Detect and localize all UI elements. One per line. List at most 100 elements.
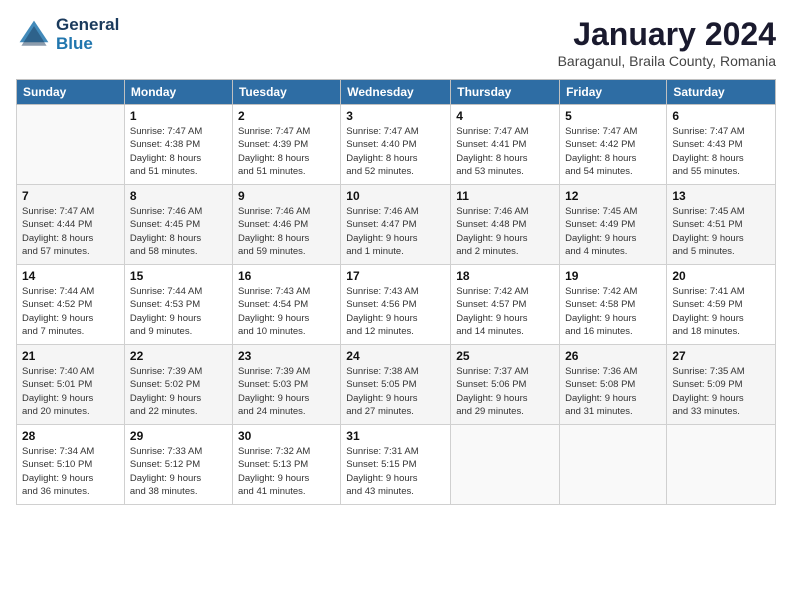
calendar-cell xyxy=(667,425,776,505)
calendar-cell: 29 Sunrise: 7:33 AM Sunset: 5:12 PM Dayli… xyxy=(124,425,232,505)
day-number: 30 xyxy=(238,429,335,443)
day-number: 26 xyxy=(565,349,661,363)
calendar-week-2: 7 Sunrise: 7:47 AM Sunset: 4:44 PM Daylig… xyxy=(17,185,776,265)
page-container: General Blue January 2024 Baraganul, Bra… xyxy=(0,0,792,612)
day-info: Sunrise: 7:46 AM Sunset: 4:47 PM Dayligh… xyxy=(346,205,445,258)
day-info: Sunrise: 7:47 AM Sunset: 4:40 PM Dayligh… xyxy=(346,125,445,178)
page-header: General Blue January 2024 Baraganul, Bra… xyxy=(16,16,776,69)
calendar-cell xyxy=(560,425,667,505)
calendar-cell: 18Sunrise: 7:42 AM Sunset: 4:57 PM Dayli… xyxy=(451,265,560,345)
day-number: 6 xyxy=(672,109,770,123)
calendar-cell xyxy=(17,105,125,185)
day-info: Sunrise: 7:47 AM Sunset: 4:39 PM Dayligh… xyxy=(238,125,335,178)
day-number: 11 xyxy=(456,189,554,203)
day-number: 5 xyxy=(565,109,661,123)
day-number: 24 xyxy=(346,349,445,363)
day-number: 7 xyxy=(22,189,119,203)
day-info: Sunrise: 7:36 AM Sunset: 5:08 PM Dayligh… xyxy=(565,365,661,418)
calendar-cell: 14Sunrise: 7:44 AM Sunset: 4:52 PM Dayli… xyxy=(17,265,125,345)
calendar-cell: 11 Sunrise: 7:46 AM Sunset: 4:48 PM Dayli… xyxy=(451,185,560,265)
calendar-cell: 20Sunrise: 7:41 AM Sunset: 4:59 PM Dayli… xyxy=(667,265,776,345)
day-info: Sunrise: 7:45 AM Sunset: 4:51 PM Dayligh… xyxy=(672,205,770,258)
calendar-cell: 22 Sunrise: 7:39 AM Sunset: 5:02 PM Dayli… xyxy=(124,345,232,425)
day-header-wednesday: Wednesday xyxy=(341,80,451,105)
day-info: Sunrise: 7:39 AM Sunset: 5:02 PM Dayligh… xyxy=(130,365,227,418)
day-number: 20 xyxy=(672,269,770,283)
calendar-week-1: 1Sunrise: 7:47 AM Sunset: 4:38 PM Daylig… xyxy=(17,105,776,185)
calendar-cell: 16 Sunrise: 7:43 AM Sunset: 4:54 PM Dayli… xyxy=(232,265,340,345)
calendar-header: SundayMondayTuesdayWednesdayThursdayFrid… xyxy=(17,80,776,105)
header-row: SundayMondayTuesdayWednesdayThursdayFrid… xyxy=(17,80,776,105)
day-info: Sunrise: 7:47 AM Sunset: 4:42 PM Dayligh… xyxy=(565,125,661,178)
calendar-cell: 5 Sunrise: 7:47 AM Sunset: 4:42 PM Daylig… xyxy=(560,105,667,185)
day-info: Sunrise: 7:47 AM Sunset: 4:44 PM Dayligh… xyxy=(22,205,119,258)
calendar-cell: 1Sunrise: 7:47 AM Sunset: 4:38 PM Daylig… xyxy=(124,105,232,185)
day-number: 22 xyxy=(130,349,227,363)
calendar-cell: 21 Sunrise: 7:40 AM Sunset: 5:01 PM Dayli… xyxy=(17,345,125,425)
calendar-cell: 24Sunrise: 7:38 AM Sunset: 5:05 PM Dayli… xyxy=(341,345,451,425)
day-number: 28 xyxy=(22,429,119,443)
day-info: Sunrise: 7:47 AM Sunset: 4:43 PM Dayligh… xyxy=(672,125,770,178)
day-number: 10 xyxy=(346,189,445,203)
day-info: Sunrise: 7:42 AM Sunset: 4:58 PM Dayligh… xyxy=(565,285,661,338)
day-number: 31 xyxy=(346,429,445,443)
calendar-cell: 8Sunrise: 7:46 AM Sunset: 4:45 PM Daylig… xyxy=(124,185,232,265)
calendar-cell: 23 Sunrise: 7:39 AM Sunset: 5:03 PM Dayli… xyxy=(232,345,340,425)
calendar-cell: 13Sunrise: 7:45 AM Sunset: 4:51 PM Dayli… xyxy=(667,185,776,265)
day-info: Sunrise: 7:45 AM Sunset: 4:49 PM Dayligh… xyxy=(565,205,661,258)
day-info: Sunrise: 7:46 AM Sunset: 4:46 PM Dayligh… xyxy=(238,205,335,258)
calendar-week-4: 21 Sunrise: 7:40 AM Sunset: 5:01 PM Dayli… xyxy=(17,345,776,425)
day-number: 25 xyxy=(456,349,554,363)
calendar-cell: 30 Sunrise: 7:32 AM Sunset: 5:13 PM Dayli… xyxy=(232,425,340,505)
day-info: Sunrise: 7:44 AM Sunset: 4:52 PM Dayligh… xyxy=(22,285,119,338)
day-info: Sunrise: 7:42 AM Sunset: 4:57 PM Dayligh… xyxy=(456,285,554,338)
calendar-cell: 26 Sunrise: 7:36 AM Sunset: 5:08 PM Dayli… xyxy=(560,345,667,425)
day-number: 12 xyxy=(565,189,661,203)
day-number: 16 xyxy=(238,269,335,283)
calendar-cell: 12 Sunrise: 7:45 AM Sunset: 4:49 PM Dayli… xyxy=(560,185,667,265)
day-info: Sunrise: 7:31 AM Sunset: 5:15 PM Dayligh… xyxy=(346,445,445,498)
day-info: Sunrise: 7:32 AM Sunset: 5:13 PM Dayligh… xyxy=(238,445,335,498)
day-number: 21 xyxy=(22,349,119,363)
day-number: 15 xyxy=(130,269,227,283)
logo-icon xyxy=(16,17,52,53)
calendar-cell: 3 Sunrise: 7:47 AM Sunset: 4:40 PM Daylig… xyxy=(341,105,451,185)
day-info: Sunrise: 7:34 AM Sunset: 5:10 PM Dayligh… xyxy=(22,445,119,498)
day-info: Sunrise: 7:47 AM Sunset: 4:41 PM Dayligh… xyxy=(456,125,554,178)
main-title: January 2024 xyxy=(558,16,776,53)
calendar-cell: 4 Sunrise: 7:47 AM Sunset: 4:41 PM Daylig… xyxy=(451,105,560,185)
calendar-cell xyxy=(451,425,560,505)
day-header-tuesday: Tuesday xyxy=(232,80,340,105)
day-number: 19 xyxy=(565,269,661,283)
calendar-cell: 27Sunrise: 7:35 AM Sunset: 5:09 PM Dayli… xyxy=(667,345,776,425)
day-info: Sunrise: 7:43 AM Sunset: 4:54 PM Dayligh… xyxy=(238,285,335,338)
calendar-cell: 28 Sunrise: 7:34 AM Sunset: 5:10 PM Dayli… xyxy=(17,425,125,505)
day-number: 9 xyxy=(238,189,335,203)
calendar-week-5: 28 Sunrise: 7:34 AM Sunset: 5:10 PM Dayli… xyxy=(17,425,776,505)
logo-text-blue: Blue xyxy=(56,34,93,53)
day-header-sunday: Sunday xyxy=(17,80,125,105)
day-number: 23 xyxy=(238,349,335,363)
day-number: 2 xyxy=(238,109,335,123)
calendar-cell: 2 Sunrise: 7:47 AM Sunset: 4:39 PM Daylig… xyxy=(232,105,340,185)
calendar-table: SundayMondayTuesdayWednesdayThursdayFrid… xyxy=(16,79,776,505)
calendar-cell: 6 Sunrise: 7:47 AM Sunset: 4:43 PM Daylig… xyxy=(667,105,776,185)
day-info: Sunrise: 7:40 AM Sunset: 5:01 PM Dayligh… xyxy=(22,365,119,418)
subtitle: Baraganul, Braila County, Romania xyxy=(558,53,776,69)
day-info: Sunrise: 7:43 AM Sunset: 4:56 PM Dayligh… xyxy=(346,285,445,338)
day-info: Sunrise: 7:44 AM Sunset: 4:53 PM Dayligh… xyxy=(130,285,227,338)
day-number: 4 xyxy=(456,109,554,123)
calendar-body: 1Sunrise: 7:47 AM Sunset: 4:38 PM Daylig… xyxy=(17,105,776,505)
calendar-cell: 25Sunrise: 7:37 AM Sunset: 5:06 PM Dayli… xyxy=(451,345,560,425)
day-info: Sunrise: 7:46 AM Sunset: 4:48 PM Dayligh… xyxy=(456,205,554,258)
day-info: Sunrise: 7:46 AM Sunset: 4:45 PM Dayligh… xyxy=(130,205,227,258)
calendar-cell: 15 Sunrise: 7:44 AM Sunset: 4:53 PM Dayli… xyxy=(124,265,232,345)
calendar-week-3: 14Sunrise: 7:44 AM Sunset: 4:52 PM Dayli… xyxy=(17,265,776,345)
day-number: 29 xyxy=(130,429,227,443)
day-number: 3 xyxy=(346,109,445,123)
day-info: Sunrise: 7:33 AM Sunset: 5:12 PM Dayligh… xyxy=(130,445,227,498)
day-header-monday: Monday xyxy=(124,80,232,105)
day-info: Sunrise: 7:39 AM Sunset: 5:03 PM Dayligh… xyxy=(238,365,335,418)
day-number: 27 xyxy=(672,349,770,363)
day-number: 1 xyxy=(130,109,227,123)
